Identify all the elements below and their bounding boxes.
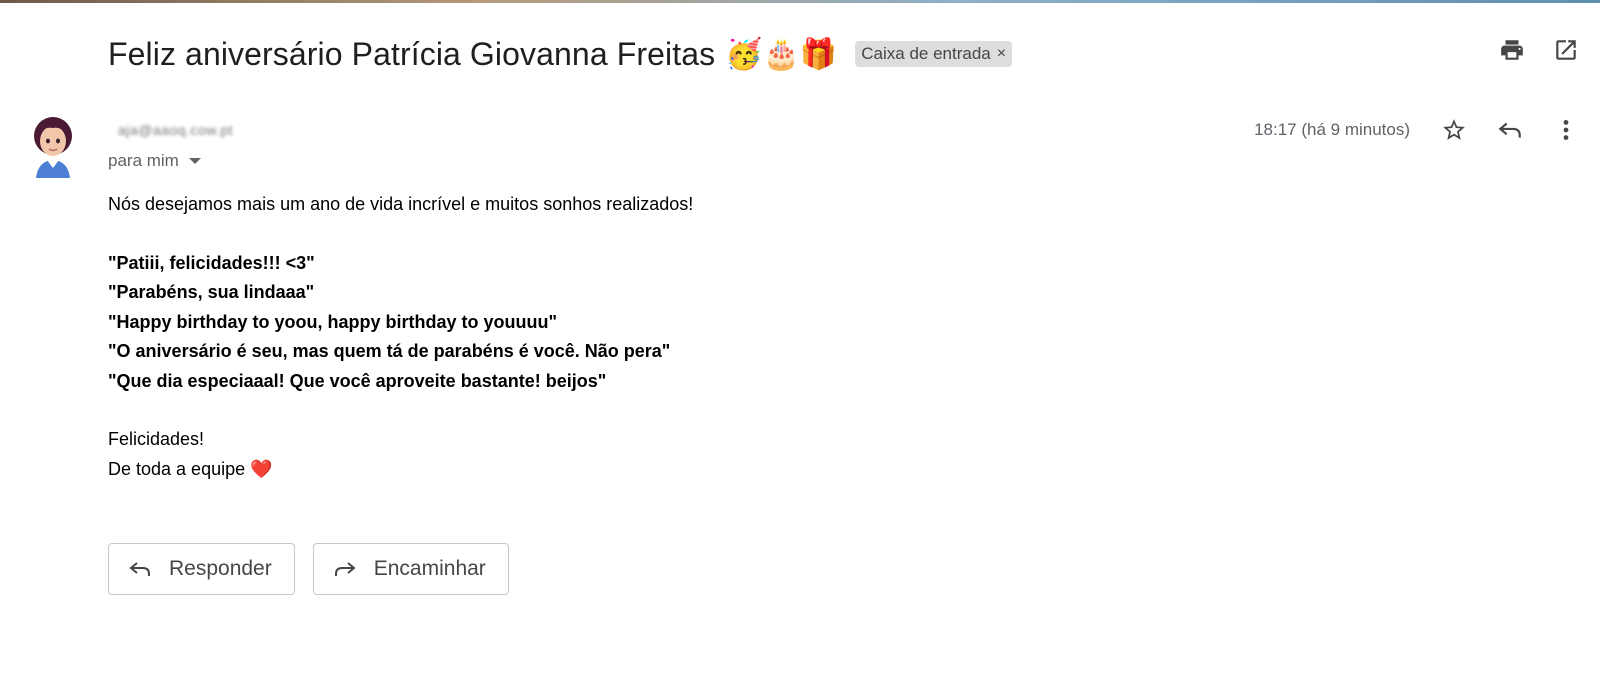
body-closing: Felicidades!: [108, 429, 205, 449]
label-chip-text: Caixa de entrada: [861, 44, 991, 63]
top-accent-stripe: [0, 0, 1600, 3]
body-signature: De toda a equipe: [108, 458, 246, 479]
chevron-down-icon[interactable]: [188, 158, 201, 164]
reply-action-label: Responder: [169, 557, 272, 580]
reply-actions: Responder Encaminhar: [108, 543, 509, 595]
print-button[interactable]: [1498, 36, 1526, 64]
body-quote: "Patiii, felicidades!!! <3": [108, 252, 315, 273]
open-in-new-window-icon: [1556, 40, 1576, 60]
reply-icon: [1498, 122, 1521, 138]
forward-action-button[interactable]: Encaminhar: [312, 543, 509, 595]
forward-action-label: Encaminhar: [373, 557, 486, 580]
reply-action-button[interactable]: Responder: [108, 543, 295, 595]
remove-label-icon[interactable]: ×: [997, 45, 1006, 63]
sender-address[interactable]: aja@aaoq.cow.pt: [118, 122, 233, 138]
body-quote: "Happy birthday to yoou, happy birthday …: [108, 311, 558, 332]
more-options-button[interactable]: [1552, 116, 1580, 144]
heart-emoji: ❤️: [250, 458, 273, 480]
body-intro: Nós desejamos mais um ano de vida incrív…: [108, 194, 694, 214]
label-chip-inbox[interactable]: Caixa de entrada ×: [855, 41, 1013, 67]
reply-icon: [129, 562, 150, 576]
more-vert-icon: [1563, 120, 1569, 140]
avatar[interactable]: [30, 116, 76, 178]
star-button[interactable]: [1440, 116, 1468, 144]
forward-icon: [334, 562, 356, 576]
reply-button[interactable]: [1496, 116, 1524, 144]
email-subject: Feliz aniversário Patrícia Giovanna Frei…: [108, 35, 716, 72]
recipient-label: para mim: [108, 151, 179, 170]
subject-row: Feliz aniversário Patrícia Giovanna Frei…: [108, 28, 1013, 80]
star-icon: [1443, 119, 1465, 140]
recipient-details[interactable]: para mim: [108, 151, 201, 171]
open-in-new-window-button[interactable]: [1552, 36, 1580, 64]
subject-emoji: 🥳🎂🎁: [725, 36, 838, 72]
message-timestamp: 18:17 (há 9 minutos): [1254, 120, 1410, 139]
body-signature-line: De toda a equipe ❤️: [108, 455, 1408, 485]
body-quote: "O aniversário é seu, mas quem tá de par…: [108, 341, 671, 361]
print-icon: [1501, 40, 1523, 60]
body-quote: "Parabéns, sua lindaaa": [108, 282, 315, 302]
message-meta: 18:17 (há 9 minutos): [1254, 116, 1580, 144]
body-quote: "Que dia especiaaal! Que você aproveite …: [108, 370, 607, 391]
thread-actions: [1498, 36, 1580, 64]
message-body: Nós desejamos mais um ano de vida incrív…: [108, 190, 1408, 484]
